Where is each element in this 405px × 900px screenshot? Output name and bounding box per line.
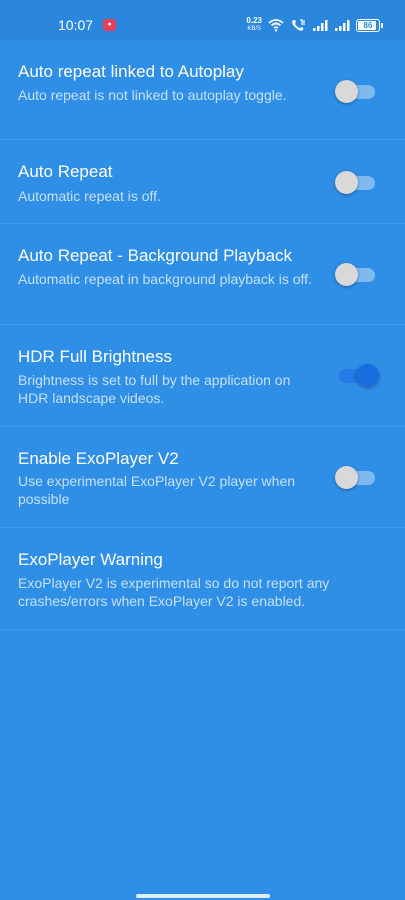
toggle-switch[interactable] [335, 80, 375, 103]
setting-title: Auto repeat linked to Autoplay [18, 62, 244, 81]
volte-icon [292, 19, 305, 31]
network-speed-value: 0.23 [246, 16, 262, 25]
toggle-switch[interactable] [339, 364, 379, 387]
setting-summary: Automatic repeat is off. [18, 188, 161, 204]
setting-title: Auto Repeat [18, 162, 113, 181]
signal-icon [313, 20, 328, 31]
signal-icon [335, 20, 350, 31]
toggle-switch[interactable] [335, 263, 375, 286]
toggle-thumb [335, 80, 358, 103]
toggle-thumb [335, 466, 358, 489]
wifi-icon [268, 19, 284, 32]
setting-summary: Brightness is set to full by the applica… [18, 372, 291, 406]
toggle-switch[interactable] [335, 171, 375, 194]
screen-record-icon: ● [103, 19, 116, 31]
battery-level: 86 [363, 20, 373, 30]
setting-title: ExoPlayer Warning [18, 550, 163, 569]
setting-title: Auto Repeat - Background Playback [18, 246, 293, 265]
setting-summary: Use experimental ExoPlayer V2 player whe… [18, 473, 296, 507]
battery-icon: 86 [356, 18, 380, 32]
toggle-thumb [335, 263, 358, 286]
status-icons: 0.23 KB/S 86 [246, 14, 383, 36]
toggle-switch[interactable] [335, 466, 375, 489]
setting-auto-repeat[interactable]: Auto Repeat Automatic repeat is off. [0, 140, 405, 224]
setting-title: Enable ExoPlayer V2 [18, 449, 179, 468]
settings-list: Auto repeat linked to Autoplay Auto repe… [0, 40, 405, 630]
network-speed-unit: KB/S [247, 26, 262, 32]
setting-enable-exoplayer-v2[interactable]: Enable ExoPlayer V2 Use experimental Exo… [0, 427, 405, 528]
setting-auto-repeat-background[interactable]: Auto Repeat - Background Playback Automa… [0, 224, 405, 325]
setting-hdr-full-brightness[interactable]: HDR Full Brightness Brightness is set to… [0, 325, 405, 427]
battery-tip [381, 22, 383, 28]
setting-summary: ExoPlayer V2 is experimental so do not r… [18, 575, 330, 609]
status-time: 10:07 [58, 17, 94, 33]
setting-summary: Automatic repeat in background playback … [18, 271, 312, 287]
toggle-thumb [356, 364, 379, 387]
setting-summary: Auto repeat is not linked to autoplay to… [18, 87, 287, 103]
toggle-thumb [335, 171, 358, 194]
status-bar: 10:07 ● 0.23 KB/S 86 [0, 0, 405, 40]
setting-title: HDR Full Brightness [18, 347, 172, 366]
navigation-handle[interactable] [136, 894, 270, 898]
setting-exoplayer-warning[interactable]: ExoPlayer Warning ExoPlayer V2 is experi… [0, 528, 405, 630]
network-speed: 0.23 KB/S [246, 17, 262, 33]
setting-auto-repeat-linked-autoplay[interactable]: Auto repeat linked to Autoplay Auto repe… [0, 40, 405, 140]
